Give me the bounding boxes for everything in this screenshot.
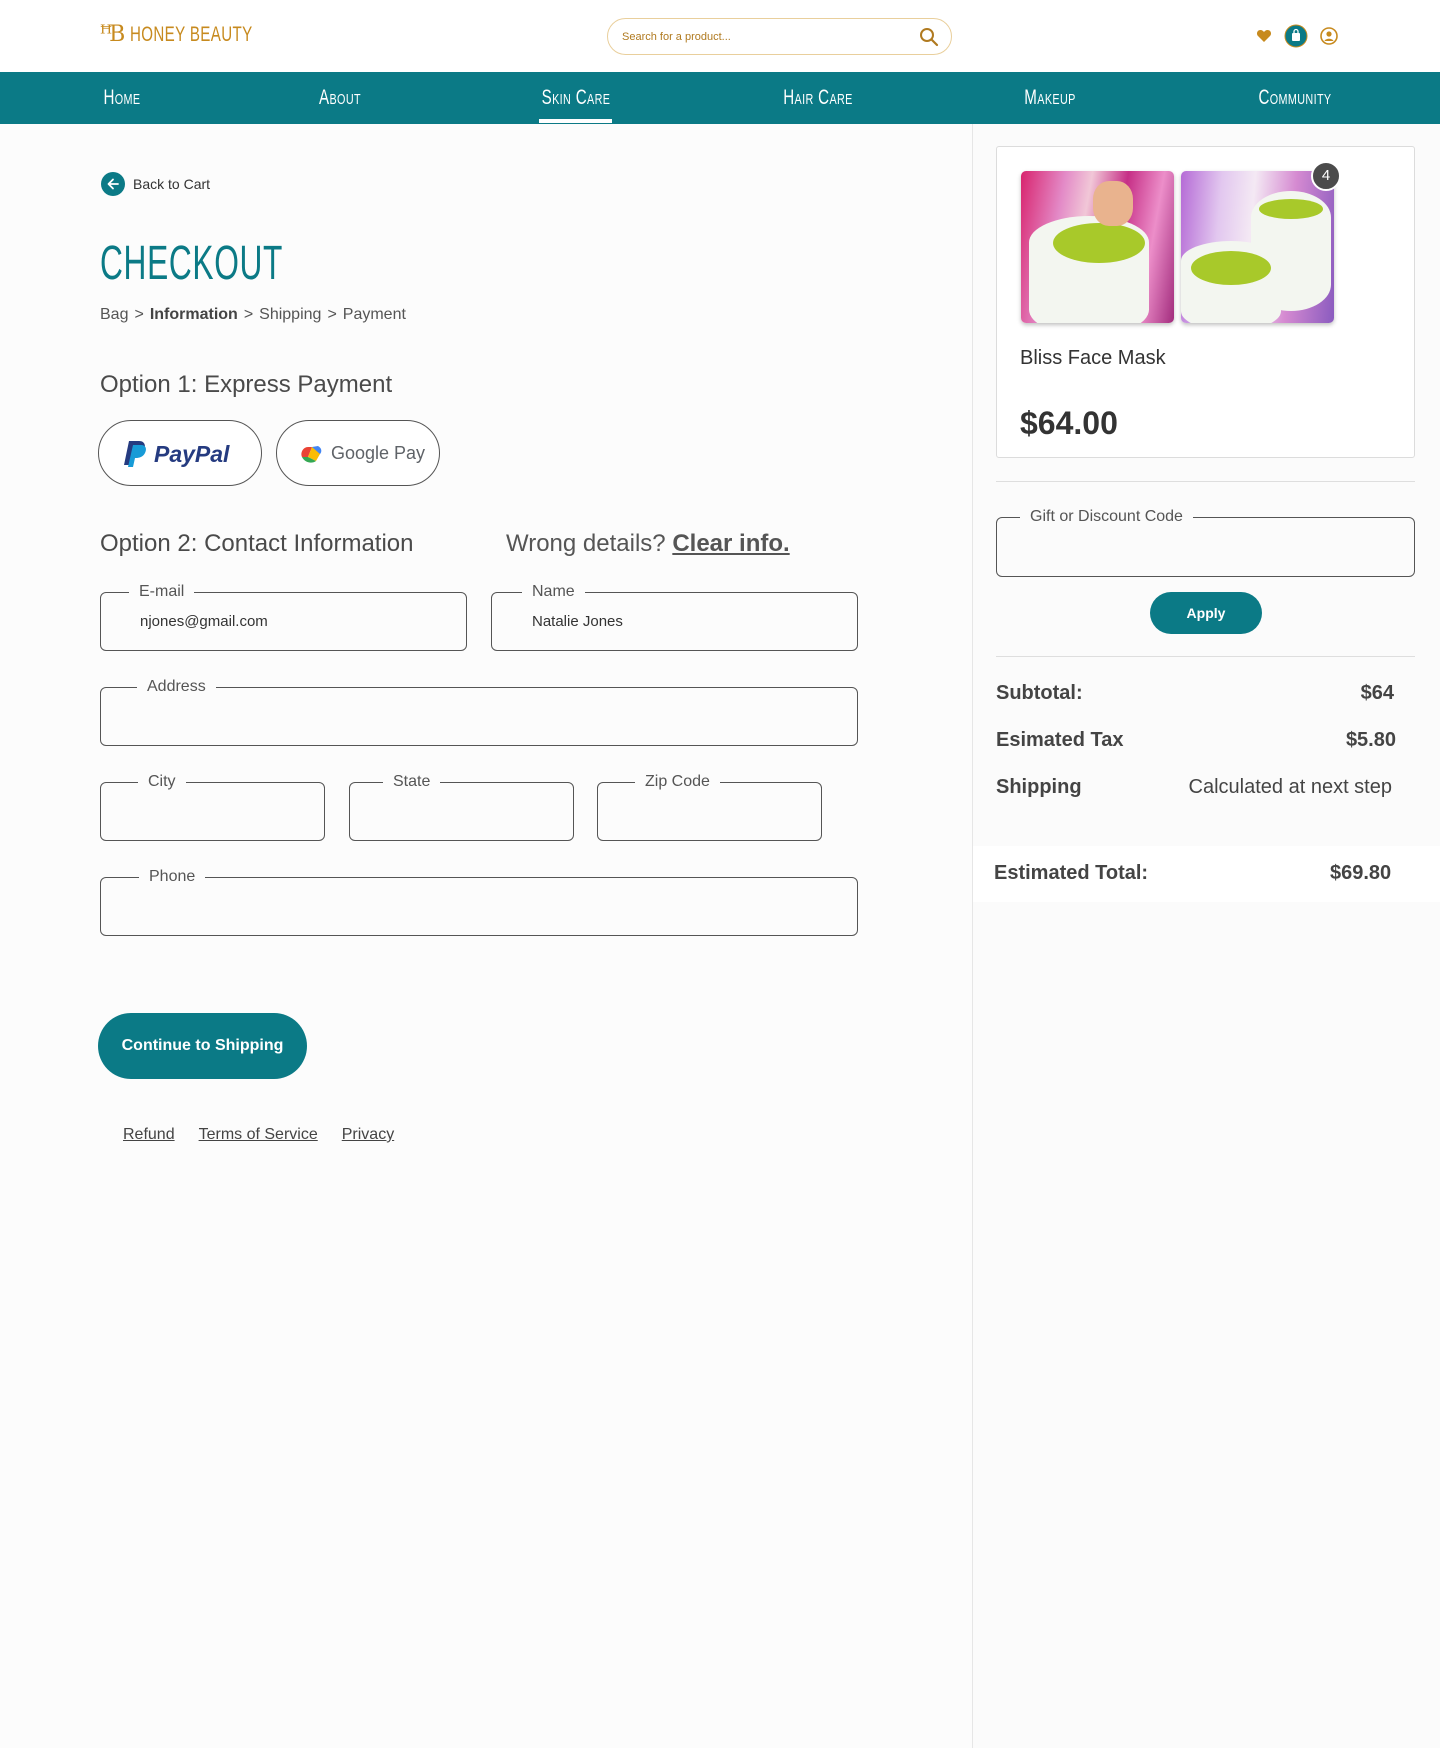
nav-active-indicator (539, 119, 612, 123)
paypal-label: PayPal (154, 441, 230, 467)
apply-button[interactable]: Apply (1150, 592, 1262, 634)
name-input[interactable] (532, 607, 847, 635)
breadcrumb: Bag > Information > Shipping > Payment (100, 306, 406, 324)
nav-item-skin-care[interactable]: Skin Care (536, 72, 615, 124)
breadcrumb-bag[interactable]: Bag (100, 306, 128, 324)
product-price: $64.00 (1020, 405, 1118, 441)
express-payment-heading: Option 1: Express Payment (100, 371, 393, 398)
wrong-details-text: Wrong details? Clear info. (506, 530, 790, 558)
name-label: Name (522, 583, 585, 601)
cart-icon[interactable] (1284, 24, 1308, 48)
back-to-cart-label: Back to Cart (133, 176, 211, 192)
breadcrumb-payment: Payment (342, 306, 406, 323)
phone-label: Phone (139, 868, 206, 886)
zip-code-label: Zip Code (635, 773, 720, 791)
shipping-value: Calculated at next step (1188, 776, 1392, 798)
breadcrumb-separator: > (327, 306, 337, 323)
email-field: E-mail (100, 583, 467, 651)
contact-info-heading: Option 2: Contact Information (100, 530, 414, 557)
email-input[interactable] (140, 607, 456, 635)
state-input[interactable] (388, 797, 563, 825)
footer-links: Refund Terms of Service Privacy (123, 1126, 394, 1144)
paypal-button[interactable]: PayPal (98, 420, 262, 486)
nav-item-about[interactable]: About (308, 72, 371, 124)
shipping-row: Shipping Calculated at next step (996, 776, 1396, 804)
page-title: CHECKOUT (100, 237, 284, 290)
product-image[interactable] (1021, 171, 1174, 323)
address-input[interactable] (139, 702, 847, 730)
item-count-badge: 4 (1311, 161, 1341, 191)
product-name: Bliss Face Mask (1020, 347, 1166, 369)
account-icon[interactable] (1320, 27, 1338, 45)
divider (996, 656, 1415, 657)
main-nav: Home About Skin Care Hair Care Makeup Co… (0, 72, 1440, 124)
terms-of-service-link[interactable]: Terms of Service (199, 1126, 318, 1144)
city-input[interactable] (139, 797, 314, 825)
estimated-total-row: Estimated Total: $69.80 (973, 846, 1440, 902)
zip-code-field: Zip Code (597, 773, 822, 841)
back-to-cart-link[interactable]: Back to Cart (101, 172, 210, 196)
tax-row: Esimated Tax $5.80 (996, 729, 1396, 757)
estimated-total-label: Estimated Total: (994, 862, 1149, 884)
city-field: City (100, 773, 325, 841)
discount-code-label: Gift or Discount Code (1020, 508, 1193, 526)
logo-mark: ꟸB (100, 22, 125, 47)
shipping-label: Shipping (996, 776, 1082, 798)
email-label: E-mail (129, 583, 195, 601)
arrow-left-icon (101, 172, 125, 196)
logo-text: HONEY BEAUTY (130, 22, 253, 46)
state-label: State (383, 773, 441, 791)
phone-input[interactable] (139, 892, 847, 920)
search-icon[interactable] (919, 27, 939, 47)
discount-code-field: Gift or Discount Code (996, 508, 1415, 577)
google-pay-button[interactable]: Google Pay (276, 420, 440, 486)
zip-code-input[interactable] (636, 797, 811, 825)
estimated-total-value: $69.80 (1330, 862, 1392, 884)
site-logo[interactable]: ꟸB HONEY BEAUTY (100, 22, 300, 47)
continue-to-shipping-button[interactable]: Continue to Shipping (98, 1013, 307, 1079)
city-label: City (138, 773, 186, 791)
tax-label: Esimated Tax (996, 729, 1124, 751)
breadcrumb-shipping: Shipping (259, 306, 322, 323)
nav-item-community[interactable]: Community (1248, 72, 1342, 124)
tax-value: $5.80 (1345, 729, 1396, 751)
breadcrumb-separator: > (243, 306, 254, 323)
refund-link[interactable]: Refund (123, 1126, 175, 1144)
clear-info-link[interactable]: Clear info. (672, 530, 789, 557)
breadcrumb-information: Information (149, 306, 238, 323)
nav-item-hair-care[interactable]: Hair Care (778, 72, 857, 124)
state-field: State (349, 773, 574, 841)
search-input[interactable] (622, 27, 902, 47)
heart-icon[interactable] (1256, 28, 1272, 44)
subtotal-row: Subtotal: $64 (996, 682, 1396, 710)
subtotal-label: Subtotal: (996, 682, 1083, 704)
google-pay-label: Google Pay (331, 443, 426, 463)
nav-item-makeup[interactable]: Makeup (1014, 72, 1086, 124)
address-label: Address (137, 678, 216, 696)
privacy-link[interactable]: Privacy (342, 1126, 394, 1144)
header-icons (1256, 24, 1338, 48)
google-pay-icon (301, 446, 322, 463)
subtotal-value: $64 (1360, 682, 1394, 704)
wrong-details-label: Wrong details? (506, 530, 666, 557)
top-header: ꟸB HONEY BEAUTY (0, 0, 1440, 72)
divider (996, 481, 1415, 482)
address-field: Address (100, 678, 858, 746)
search-box (607, 18, 952, 55)
discount-code-input[interactable] (1017, 532, 1404, 560)
breadcrumb-separator: > (134, 306, 144, 323)
product-image[interactable] (1181, 171, 1334, 323)
product-card: 4 Bliss Face Mask $64.00 (996, 146, 1415, 458)
phone-field: Phone (100, 868, 858, 936)
nav-item-home[interactable]: Home (90, 72, 153, 124)
name-field: Name (491, 583, 858, 651)
